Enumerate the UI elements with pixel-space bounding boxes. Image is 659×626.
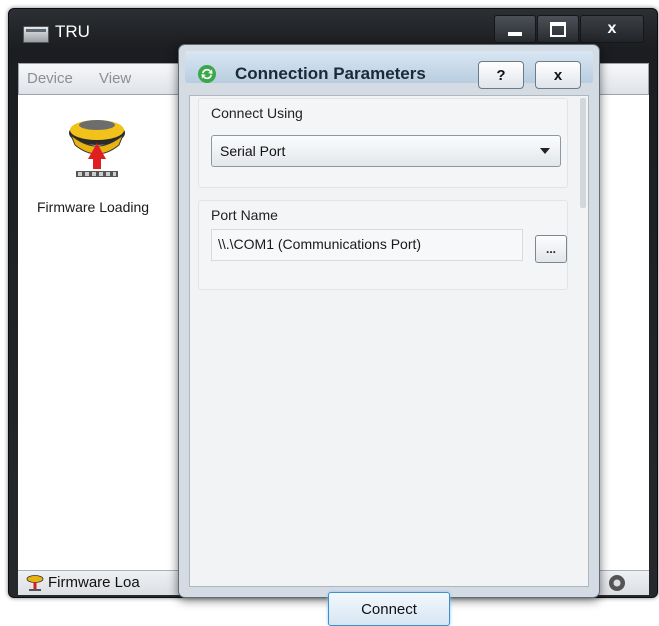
minimize-icon: [508, 32, 522, 36]
minimize-button[interactable]: [494, 15, 536, 43]
maximize-icon: [550, 21, 566, 37]
menu-device[interactable]: Device: [27, 70, 73, 87]
maximize-button[interactable]: [537, 15, 579, 43]
help-button[interactable]: ?: [478, 61, 524, 89]
connect-using-value: Serial Port: [220, 143, 286, 159]
close-icon: x: [553, 66, 563, 84]
connection-parameters-dialog: Connection Parameters ? x Connect Using …: [178, 44, 600, 626]
port-name-value: \\.\COM1 (Communications Port): [218, 236, 422, 252]
browse-port-button[interactable]: ...: [535, 235, 567, 263]
device-item-label[interactable]: Firmware Loading: [37, 199, 149, 215]
dialog-close-button[interactable]: x: [535, 61, 581, 89]
window-title: TRU: [55, 22, 90, 41]
port-name-label: Port Name: [211, 207, 278, 223]
dialog-title: Connection Parameters: [235, 64, 426, 83]
connect-using-label: Connect Using: [211, 105, 303, 121]
scrollbar[interactable]: [580, 98, 586, 208]
ellipsis-icon: ...: [545, 242, 556, 256]
close-icon: x: [607, 20, 617, 37]
gnss-receiver-icon[interactable]: [62, 113, 132, 185]
app-icon: [23, 26, 49, 43]
status-text: Firmware Loa: [48, 574, 140, 591]
connect-using-select[interactable]: Serial Port: [211, 135, 561, 167]
chevron-down-icon: [540, 148, 550, 154]
port-name-field[interactable]: \\.\COM1 (Communications Port): [211, 229, 523, 261]
close-button[interactable]: x: [580, 15, 644, 43]
menu-view[interactable]: View: [99, 70, 131, 87]
connect-using-group: Connect Using Serial Port: [198, 98, 568, 188]
connect-button[interactable]: Connect: [328, 592, 450, 626]
gnss-receiver-status-icon: [26, 575, 44, 591]
help-icon: ?: [496, 66, 506, 84]
refresh-icon: [198, 65, 216, 83]
gear-icon[interactable]: [607, 573, 627, 593]
dialog-body: Connect Using Serial Port Port Name \\.\…: [189, 95, 589, 626]
port-name-group: Port Name \\.\COM1 (Communications Port)…: [198, 200, 568, 290]
